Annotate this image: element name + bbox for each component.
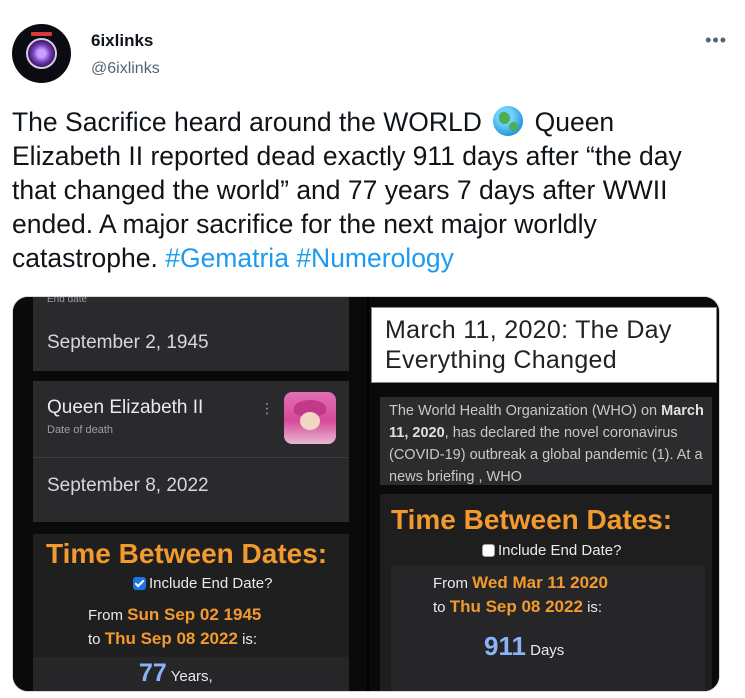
avatar-emblem bbox=[26, 38, 57, 69]
to-value: Thu Sep 08 2022 bbox=[449, 597, 583, 616]
include-end-label: Include End Date? bbox=[149, 575, 273, 592]
result-number: 911 bbox=[484, 631, 526, 661]
tweet-header: 6ixlinks @6ixlinks ••• bbox=[12, 24, 732, 84]
avatar-badge bbox=[31, 32, 52, 36]
from-label: From bbox=[433, 575, 468, 592]
hashtag-gematria[interactable]: #Gematria bbox=[165, 243, 289, 273]
is-label: is: bbox=[587, 599, 603, 616]
person-subtitle: Date of death bbox=[47, 424, 114, 436]
result-unit: Days bbox=[530, 642, 565, 659]
more-options-icon[interactable]: ••• bbox=[705, 30, 727, 51]
end-date-value: September 2, 1945 bbox=[47, 332, 209, 353]
user-handle[interactable]: @6ixlinks bbox=[91, 59, 160, 79]
checkbox-checked-icon bbox=[133, 577, 146, 590]
result-number: 77 bbox=[139, 659, 167, 687]
result: 911 Days bbox=[484, 631, 564, 662]
end-date-label: End date bbox=[47, 297, 88, 305]
from-value: Sun Sep 02 1945 bbox=[127, 605, 262, 624]
to-row: to Thu Sep 08 2022 is: bbox=[433, 597, 602, 617]
from-label: From bbox=[88, 607, 123, 624]
article-part1: The World Health Organization (WHO) on bbox=[389, 403, 658, 419]
include-end-row: Include End Date? bbox=[133, 575, 272, 592]
from-value: Wed Mar 11 2020 bbox=[472, 573, 608, 592]
include-end-row: Include End Date? bbox=[482, 542, 621, 559]
media-image-left[interactable]: End date September 2, 1945 Queen Elizabe… bbox=[13, 297, 367, 691]
include-end-label: Include End Date? bbox=[498, 542, 622, 559]
to-label: to bbox=[433, 599, 446, 616]
avatar[interactable] bbox=[12, 24, 71, 83]
to-row: to Thu Sep 08 2022 is: bbox=[88, 629, 257, 649]
tweet-text: The Sacrifice heard around the WORLD Que… bbox=[12, 105, 727, 275]
tweet-text-part1: The Sacrifice heard around the WORLD bbox=[12, 107, 482, 137]
person-name: Queen Elizabeth II bbox=[47, 397, 204, 418]
person-photo bbox=[284, 392, 336, 444]
globe-icon bbox=[493, 106, 524, 136]
tbd-title: Time Between Dates: bbox=[46, 538, 328, 569]
to-label: to bbox=[88, 631, 101, 648]
is-label: is: bbox=[242, 631, 258, 648]
from-row: From Sun Sep 02 1945 bbox=[88, 605, 261, 625]
tbd-title: Time Between Dates: bbox=[391, 504, 673, 535]
photo-face bbox=[300, 412, 320, 430]
media-image-right[interactable]: March 11, 2020: The Day Everything Chang… bbox=[369, 297, 719, 691]
menu-icon: ⋮ bbox=[260, 400, 274, 416]
article-text: The World Health Organization (WHO) on M… bbox=[389, 400, 709, 488]
headline: March 11, 2020: The Day Everything Chang… bbox=[385, 316, 672, 374]
author-names: 6ixlinks @6ixlinks bbox=[91, 31, 160, 79]
hashtag-numerology[interactable]: #Numerology bbox=[296, 243, 454, 273]
result: 77 Years, bbox=[139, 659, 213, 688]
result-unit: Years, bbox=[170, 668, 213, 685]
to-value: Thu Sep 08 2022 bbox=[104, 629, 238, 648]
death-date-value: September 8, 2022 bbox=[47, 475, 209, 496]
checkbox-unchecked-icon bbox=[482, 544, 495, 557]
display-name[interactable]: 6ixlinks bbox=[91, 31, 160, 51]
media-grid[interactable]: End date September 2, 1945 Queen Elizabe… bbox=[12, 296, 720, 692]
from-row: From Wed Mar 11 2020 bbox=[433, 573, 608, 593]
card-divider bbox=[33, 457, 349, 458]
